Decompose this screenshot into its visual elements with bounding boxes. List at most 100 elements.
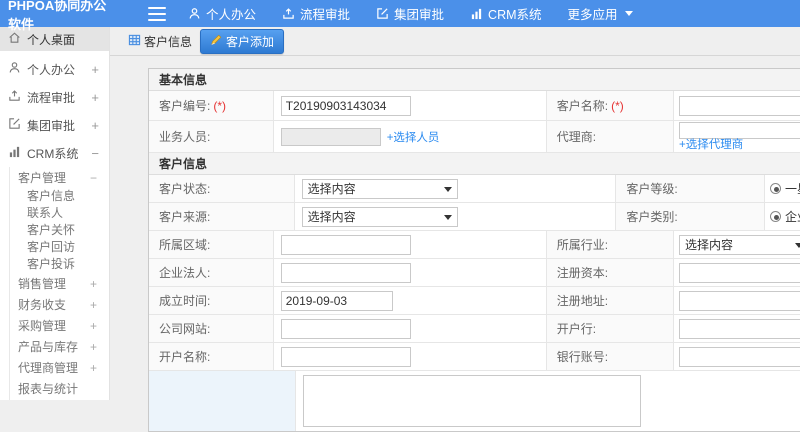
sidebar: 个人桌面 个人办公 + 流程审批 + 集团审批 + CRM系统 − 客户管理 −… <box>0 27 110 400</box>
tab-customer-info[interactable]: 客户信息 <box>128 33 192 50</box>
sidebar-item-customer-care[interactable]: 客户关怀 <box>10 222 109 239</box>
menu-toggle-icon[interactable] <box>148 7 166 21</box>
pencil-icon <box>210 34 222 49</box>
grade-radio-label: 一星 <box>785 180 800 197</box>
agent-label: 代理商: <box>547 121 674 152</box>
sidebar-item-products-stock[interactable]: 产品与库存 + <box>10 336 109 357</box>
remark-textarea[interactable] <box>303 375 641 427</box>
registered-address-input[interactable] <box>679 291 800 311</box>
home-icon <box>8 31 21 47</box>
form-row: 客户编号:(*) 客户名称:(*) <box>149 91 800 121</box>
sidebar-item-customer-complaint[interactable]: 客户投诉 <box>10 256 109 273</box>
expand-icon[interactable]: + <box>90 340 97 354</box>
form-row: 客户来源: 选择内容 客户类别: 企业 <box>149 203 800 231</box>
sidebar-item-sales-mgmt[interactable]: 销售管理 + <box>10 273 109 294</box>
top-bar: PHPOA协同办公软件 个人办公 流程审批 集团审批 CRM系统 更多应用 <box>0 0 800 27</box>
category-radio-label: 企业 <box>785 208 800 225</box>
legal-person-input[interactable] <box>281 263 411 283</box>
expand-icon[interactable]: + <box>91 90 99 105</box>
bank-branch-label: 开户行: <box>547 315 674 342</box>
user-icon <box>8 61 21 77</box>
sidebar-item-personal-office[interactable]: 个人办公 + <box>0 55 109 83</box>
account-name-input[interactable] <box>281 347 411 367</box>
customer-category-label: 客户类别: <box>616 203 765 230</box>
crm-submenu: 客户管理 − 客户信息 联系人 客户关怀 客户回访 客户投诉 销售管理 + 财务… <box>9 167 109 400</box>
registered-capital-input[interactable] <box>679 263 800 283</box>
sidebar-item-crm-system[interactable]: CRM系统 − <box>0 139 109 167</box>
agent-input[interactable] <box>679 122 800 139</box>
customer-name-label: 客户名称:(*) <box>547 91 674 120</box>
nav-personal-office[interactable]: 个人办公 <box>188 4 256 23</box>
customer-source-label: 客户来源: <box>149 203 295 230</box>
section-title-customer: 客户信息 <box>149 153 800 175</box>
registered-address-label: 注册地址: <box>547 287 674 314</box>
form-row: 公司网站: 开户行: <box>149 315 800 343</box>
customer-add-form: 基本信息 客户编号:(*) 客户名称:(*) 业务人员: +选择人员 <box>148 68 800 432</box>
founded-date-label: 成立时间: <box>149 287 274 314</box>
expand-icon[interactable]: + <box>90 277 97 291</box>
customer-status-select[interactable]: 选择内容 <box>302 179 458 199</box>
sidebar-item-agent-mgmt[interactable]: 代理商管理 + <box>10 357 109 378</box>
form-row: 开户名称: 银行账号: <box>149 343 800 371</box>
edit-icon <box>8 117 21 133</box>
form-row: 成立时间: 注册地址: <box>149 287 800 315</box>
sidebar-item-reports[interactable]: 报表与统计 <box>10 378 109 399</box>
collapse-icon[interactable]: − <box>90 171 97 185</box>
expand-icon[interactable]: + <box>91 62 99 77</box>
tab-bar: 客户信息 客户添加 <box>110 27 800 56</box>
nav-crm-system[interactable]: CRM系统 <box>470 4 541 23</box>
chart-icon <box>470 7 483 20</box>
grade-radio[interactable] <box>770 183 781 194</box>
expand-icon[interactable]: + <box>90 319 97 333</box>
form-row <box>149 371 800 431</box>
customer-no-input[interactable] <box>281 96 411 116</box>
sidebar-item-customer-visit[interactable]: 客户回访 <box>10 239 109 256</box>
expand-icon[interactable]: + <box>91 118 99 133</box>
nav-more-apps[interactable]: 更多应用 <box>568 4 633 23</box>
expand-icon[interactable]: + <box>90 361 97 375</box>
bank-branch-input[interactable] <box>679 319 800 339</box>
section-title-basic: 基本信息 <box>149 69 800 91</box>
tab-customer-add[interactable]: 客户添加 <box>200 29 284 54</box>
app-logo: PHPOA协同办公软件 <box>0 0 118 33</box>
table-icon <box>128 34 141 49</box>
sidebar-item-customer-mgmt[interactable]: 客户管理 − <box>10 167 109 188</box>
sales-person-label: 业务人员: <box>149 121 274 152</box>
customer-name-input[interactable] <box>679 96 800 116</box>
required-mark: (*) <box>611 99 624 113</box>
sales-person-input[interactable] <box>281 128 381 146</box>
sidebar-item-group-approval[interactable]: 集团审批 + <box>0 111 109 139</box>
sidebar-item-process-approval[interactable]: 流程审批 + <box>0 83 109 111</box>
collapse-icon[interactable]: − <box>91 146 99 161</box>
region-label: 所属区域: <box>149 231 274 258</box>
process-icon <box>282 7 295 20</box>
form-row: 所属区域: 所属行业: 选择内容 <box>149 231 800 259</box>
chart-icon <box>8 145 21 161</box>
legal-person-label: 企业法人: <box>149 259 274 286</box>
select-agent-link[interactable]: +选择代理商 <box>679 139 800 151</box>
sidebar-item-finance[interactable]: 财务收支 + <box>10 294 109 315</box>
region-input[interactable] <box>281 235 411 255</box>
nav-group-approval[interactable]: 集团审批 <box>376 4 444 23</box>
industry-select[interactable]: 选择内容 <box>679 235 800 255</box>
nav-process-approval[interactable]: 流程审批 <box>282 4 350 23</box>
bank-account-input[interactable] <box>679 347 800 367</box>
form-row: 企业法人: 注册资本: <box>149 259 800 287</box>
sidebar-item-customer-info[interactable]: 客户信息 <box>10 188 109 205</box>
form-row: 客户状态: 选择内容 客户等级: 一星 <box>149 175 800 203</box>
remark-label <box>149 371 296 431</box>
main-content: 客户信息 客户添加 基本信息 客户编号:(*) 客户名称:(*) 业 <box>110 27 800 400</box>
website-input[interactable] <box>281 319 411 339</box>
sidebar-item-purchase-mgmt[interactable]: 采购管理 + <box>10 315 109 336</box>
customer-status-label: 客户状态: <box>149 175 295 202</box>
expand-icon[interactable]: + <box>90 298 97 312</box>
select-person-link[interactable]: +选择人员 <box>387 129 440 145</box>
chevron-down-icon <box>625 11 633 16</box>
customer-grade-label: 客户等级: <box>616 175 765 202</box>
sidebar-item-contacts[interactable]: 联系人 <box>10 205 109 222</box>
founded-date-input[interactable] <box>281 291 393 311</box>
website-label: 公司网站: <box>149 315 274 342</box>
category-radio[interactable] <box>770 211 781 222</box>
industry-label: 所属行业: <box>547 231 674 258</box>
customer-source-select[interactable]: 选择内容 <box>302 207 458 227</box>
